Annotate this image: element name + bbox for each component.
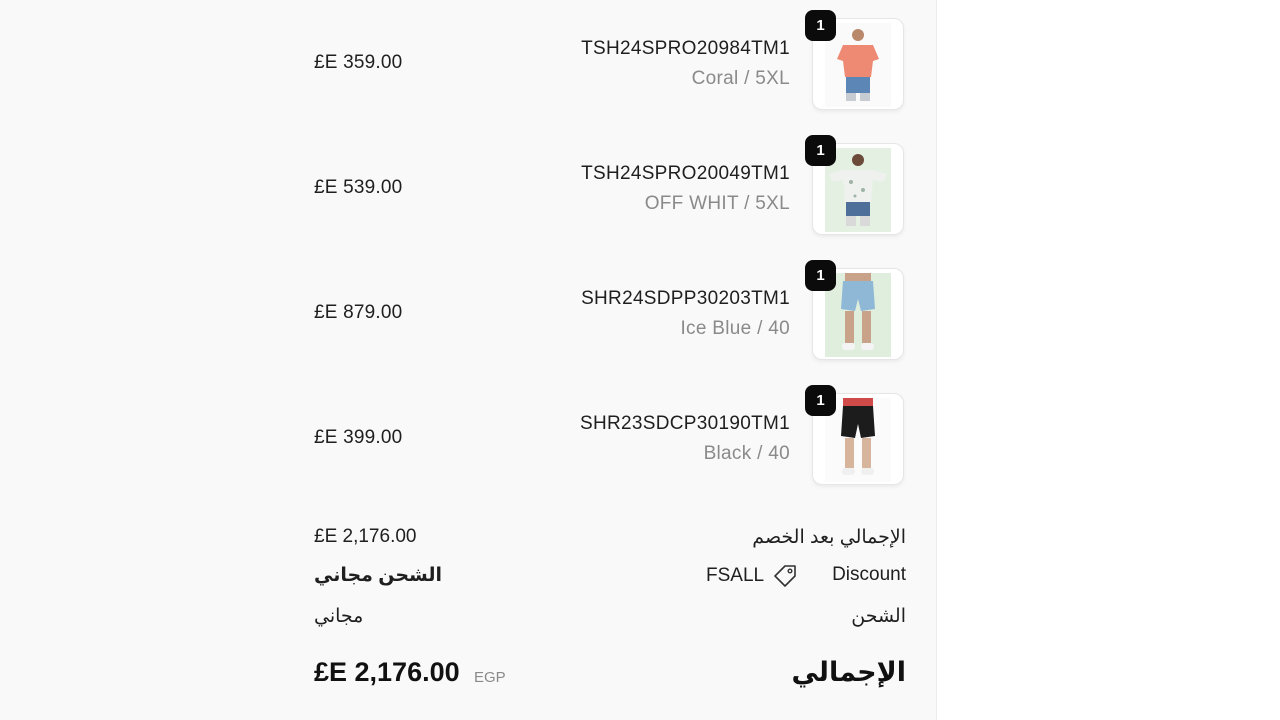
discount-value: الشحن مجاني <box>314 565 442 586</box>
line-item: £E 359.00 TSH24SPRO20984TM1 Coral / 5XL … <box>314 10 906 118</box>
item-price: £E 879.00 <box>314 302 403 323</box>
line-item: £E 399.00 SHR23SDCP30190TM1 Black / 40 1 <box>314 385 906 493</box>
subtotal-label: الإجمالي بعد الخصم <box>752 527 906 548</box>
discount-code-chip: FSALL <box>706 563 798 589</box>
line-item: £E 539.00 TSH24SPRO20049TM1 OFF WHIT / 5… <box>314 135 906 243</box>
discount-code: FSALL <box>706 565 765 586</box>
shipping-label: الشحن <box>851 606 906 627</box>
quantity-badge: 1 <box>805 385 836 416</box>
item-variant: OFF WHIT / 5XL <box>644 193 790 214</box>
quantity-badge: 1 <box>805 260 836 291</box>
item-sku: SHR24SDPP30203TM1 <box>581 288 790 309</box>
item-sku: TSH24SPRO20049TM1 <box>581 163 790 184</box>
item-price: £E 359.00 <box>314 52 403 73</box>
quantity-badge: 1 <box>805 10 836 41</box>
subtotal-value: £E 2,176.00 <box>314 526 417 547</box>
shipping-value: مجاني <box>314 606 364 627</box>
total-label: الإجمالي <box>791 657 906 687</box>
item-variant: Ice Blue / 40 <box>680 318 790 339</box>
quantity-badge: 1 <box>805 135 836 166</box>
item-sku: TSH24SPRO20984TM1 <box>581 38 790 59</box>
item-price: £E 399.00 <box>314 427 403 448</box>
item-variant: Coral / 5XL <box>691 68 790 89</box>
tag-icon <box>774 565 796 587</box>
total-currency: EGP <box>474 669 506 686</box>
item-variant: Black / 40 <box>703 443 790 464</box>
item-sku: SHR23SDCP30190TM1 <box>580 413 790 434</box>
total-amount: £E 2,176.00 <box>314 657 460 687</box>
line-item: £E 879.00 SHR24SDPP30203TM1 Ice Blue / 4… <box>314 260 906 368</box>
item-price: £E 539.00 <box>314 177 403 198</box>
discount-label: Discount <box>832 564 906 585</box>
